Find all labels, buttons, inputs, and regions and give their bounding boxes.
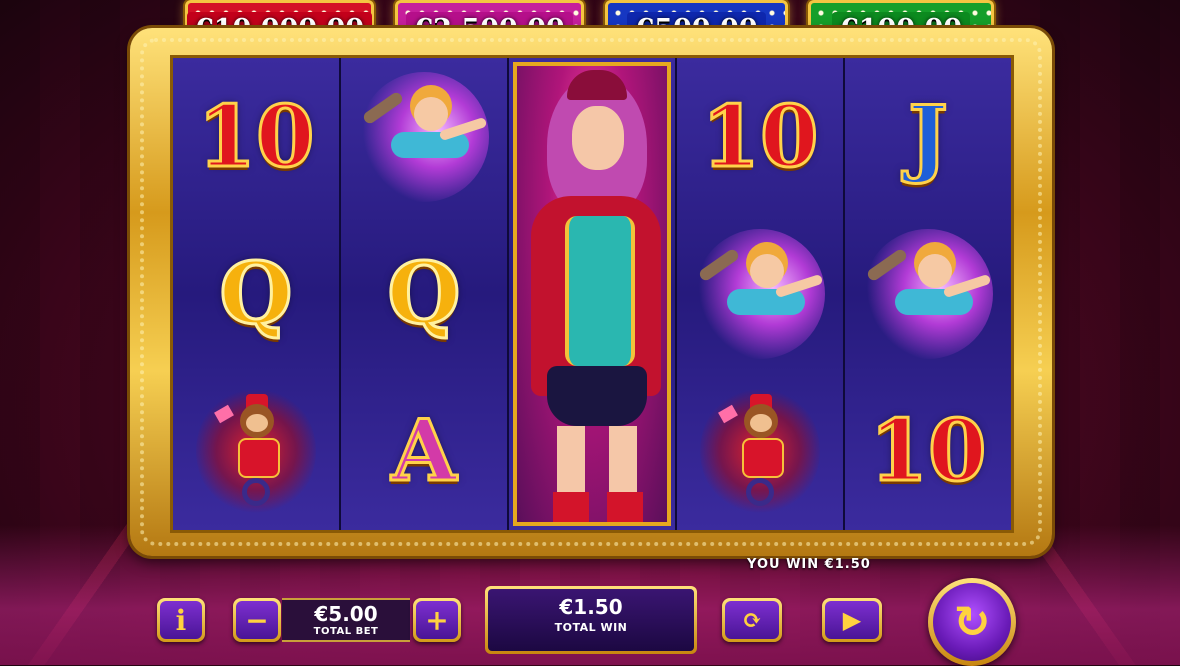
reel-cell: 10 <box>845 373 1011 530</box>
symbol-trapeze-acrobat <box>695 228 825 359</box>
symbol-ten: 10 <box>196 86 316 186</box>
reel-3 <box>509 58 677 530</box>
total-bet-label: TOTAL BET <box>313 626 379 637</box>
turbo-button[interactable]: ▶ <box>822 598 882 642</box>
reel-cell <box>341 58 507 215</box>
info-icon: i <box>175 603 187 637</box>
increase-bet-button[interactable]: + <box>413 598 461 642</box>
reel-cell <box>173 373 339 530</box>
minus-icon: − <box>245 603 269 637</box>
spin-icon: ↻ <box>953 596 991 648</box>
symbol-ten: 10 <box>868 401 988 501</box>
info-button[interactable]: i <box>157 598 205 642</box>
reel-cell <box>677 373 843 530</box>
autoplay-icon: ⟳ <box>741 605 763 634</box>
symbol-monkey-unicycle <box>700 386 820 517</box>
symbol-trapeze-acrobat <box>359 71 489 202</box>
reel-5: J 10 <box>845 58 1011 530</box>
win-message: YOU WIN €1.50 <box>747 557 871 572</box>
reel-4: 10 <box>677 58 845 530</box>
symbol-monkey-unicycle <box>196 386 316 517</box>
reel-cell: 10 <box>173 58 339 215</box>
reel-grid: 10 Q Q A 10 J 10 <box>170 55 1014 533</box>
symbol-trapeze-acrobat <box>863 228 993 359</box>
symbol-jack: J <box>907 86 950 186</box>
symbol-ten: 10 <box>700 86 820 186</box>
decrease-bet-button[interactable]: − <box>233 598 281 642</box>
total-win-panel: €1.50 TOTAL WIN <box>485 586 697 654</box>
reel-cell: A <box>341 373 507 530</box>
reel-cell <box>677 215 843 372</box>
turbo-icon: ▶ <box>842 605 862 634</box>
reel-1: 10 Q <box>173 58 341 530</box>
reel-cell: 10 <box>677 58 843 215</box>
total-win-value: €1.50 <box>559 595 623 619</box>
reel-cell: Q <box>341 215 507 372</box>
reel-cell <box>845 215 1011 372</box>
total-bet-value: €5.00 <box>314 602 378 626</box>
autoplay-button[interactable]: ⟳ <box>722 598 782 642</box>
symbol-ringmaster-wild <box>513 62 671 526</box>
plus-icon: + <box>425 603 449 637</box>
reel-cell: J <box>845 58 1011 215</box>
symbol-queen: Q <box>386 243 462 343</box>
reel-cell: Q <box>173 215 339 372</box>
total-bet-panel: €5.00 TOTAL BET <box>282 598 410 642</box>
symbol-queen: Q <box>218 243 294 343</box>
spin-button[interactable]: ↻ <box>928 578 1016 666</box>
reel-2: Q A <box>341 58 509 530</box>
total-win-label: TOTAL WIN <box>554 621 628 634</box>
symbol-ace: A <box>390 401 458 501</box>
